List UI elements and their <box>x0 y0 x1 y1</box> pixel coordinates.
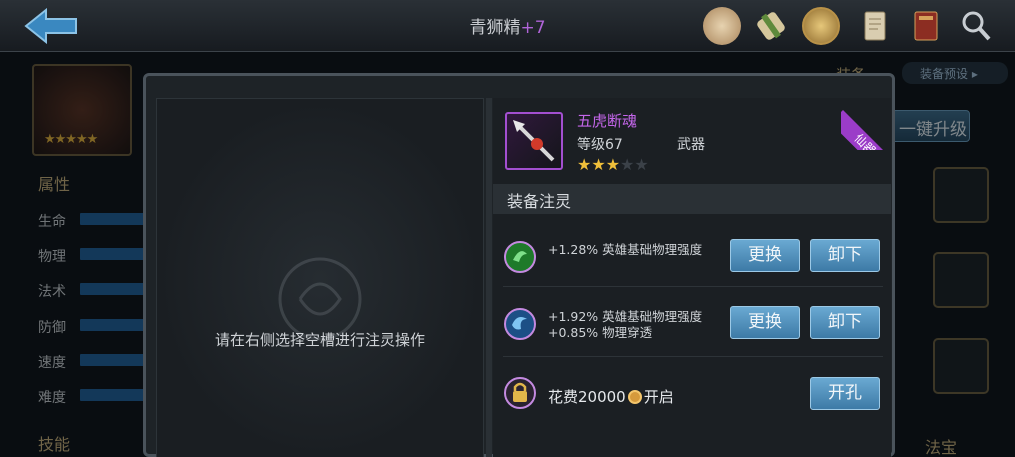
star-empty-icon: ★ <box>634 155 649 174</box>
star-filled-icon: ★ <box>577 155 592 174</box>
hero-name: 青狮精 <box>469 18 521 38</box>
document-icon[interactable] <box>856 7 894 45</box>
green-spirit-orb-icon <box>504 241 536 273</box>
weapon-item-icon <box>505 112 563 170</box>
open-slot-button[interactable]: 开孔 <box>810 377 880 410</box>
star-filled-icon: ★ <box>605 155 621 174</box>
slot-1-replace-button[interactable]: 更换 <box>730 239 800 272</box>
slot-2-effect-line-2: +0.85% 物理穿透 <box>548 325 653 340</box>
quality-ribbon: 仙器 <box>841 98 893 150</box>
book-icon[interactable] <box>907 7 945 45</box>
quality-label: 仙器 <box>841 110 893 150</box>
infusion-panel: 五虎断魂 等级67 武器 ★★★★★ 仙器 装备注灵 +1.28% 英雄基础物理… <box>493 98 893 457</box>
spirit-infusion-dialog: 请在右侧选择空槽进行注灵操作 五虎断魂 等级67 武器 ★★★★★ 仙器 装备注… <box>143 73 895 457</box>
item-name: 五虎断魂 <box>577 112 638 130</box>
slot-1-effect-line-1: +1.28% 英雄基础物理强度 <box>548 242 703 257</box>
row-divider <box>503 286 883 287</box>
coin-icon[interactable] <box>802 7 840 45</box>
item-type: 武器 <box>677 137 705 153</box>
scroll-seal-icon[interactable] <box>703 7 741 45</box>
slot-2-remove-button[interactable]: 卸下 <box>810 306 880 339</box>
unlock-cost-action: 开启 <box>643 388 674 406</box>
lock-icon <box>504 377 536 409</box>
hero-rank: +7 <box>520 18 546 38</box>
panel-divider <box>486 98 492 457</box>
slot-1-remove-button[interactable]: 卸下 <box>810 239 880 272</box>
star-empty-icon: ★ <box>620 155 635 174</box>
blue-spirit-orb-icon <box>504 308 536 340</box>
item-star-rating: ★★★★★ <box>577 155 649 174</box>
row-divider <box>503 356 883 357</box>
unlock-cost: 花费20000 开启 <box>548 386 674 407</box>
star-filled-icon: ★ <box>591 155 606 174</box>
rolled-scroll-icon[interactable] <box>752 7 790 45</box>
slot-2-effect: +1.92% 英雄基础物理强度 +0.85% 物理穿透 <box>548 309 702 341</box>
spear-icon <box>513 120 555 162</box>
slot-2-effect-line-1: +1.92% 英雄基础物理强度 <box>548 309 703 324</box>
instruction-text: 请在右侧选择空槽进行注灵操作 <box>214 331 425 349</box>
slot-2-replace-button[interactable]: 更换 <box>730 306 800 339</box>
magnifier-icon[interactable] <box>957 7 995 45</box>
item-level: 等级67 <box>577 137 623 153</box>
section-title: 装备注灵 <box>493 184 891 214</box>
slot-1-effect: +1.28% 英雄基础物理强度 <box>548 242 702 258</box>
unlock-cost-amount: 花费20000 <box>548 388 626 406</box>
top-bar: 青狮精+7 <box>0 0 1015 52</box>
empty-slot-panel: 请在右侧选择空槽进行注灵操作 <box>156 98 484 457</box>
coin-icon <box>627 390 642 404</box>
